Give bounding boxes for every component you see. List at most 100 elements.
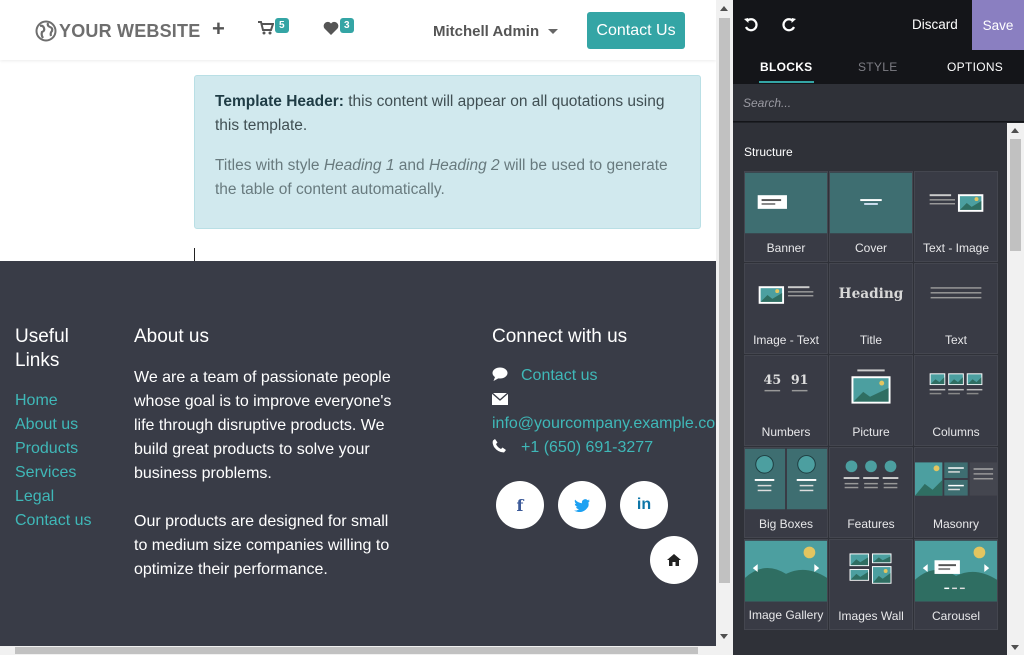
footer-link-contact[interactable]: Contact us	[15, 509, 95, 533]
blocks-scrollbar[interactable]	[1007, 123, 1024, 655]
scrollbar-thumb[interactable]	[719, 18, 730, 583]
scroll-up-arrow-icon[interactable]	[1011, 128, 1019, 133]
block-cover[interactable]: Cover	[829, 171, 913, 262]
phone-row: +1 (650) 691-3277	[492, 436, 716, 460]
globe-icon	[35, 20, 57, 42]
tab-style[interactable]: STYLE	[858, 60, 898, 74]
block-features[interactable]: Features	[829, 447, 913, 538]
facebook-button[interactable]: f	[496, 481, 544, 529]
undo-button[interactable]	[743, 17, 759, 33]
block-carousel[interactable]: Carousel	[914, 539, 998, 630]
cart-link[interactable]: 5	[258, 18, 289, 40]
scroll-down-arrow-icon[interactable]	[720, 634, 728, 639]
block-text[interactable]: Text	[914, 263, 998, 354]
about-us-title: About us	[134, 326, 209, 347]
footer-link-about[interactable]: About us	[15, 413, 95, 437]
redo-button[interactable]	[781, 17, 797, 33]
useful-links-title: Useful Links	[15, 326, 69, 371]
block-images-wall[interactable]: Images Wall	[829, 539, 913, 630]
page: YOUR WEBSITE + 5 3 Mitchell Admin Contac…	[0, 0, 1024, 655]
block-label: Columns	[932, 425, 980, 439]
home-icon	[667, 554, 681, 566]
block-title[interactable]: Heading Title	[829, 263, 913, 354]
envelope-icon	[491, 388, 512, 412]
block-label: Features	[847, 517, 895, 531]
scrollbar-thumb[interactable]	[1010, 139, 1021, 251]
block-label: Banner	[766, 241, 806, 255]
block-label: Image - Text	[753, 333, 819, 347]
block-big-boxes[interactable]: Big Boxes	[744, 447, 828, 538]
big-boxes-thumbnail	[745, 448, 827, 510]
contact-link[interactable]: Contact us	[521, 364, 597, 388]
home-button[interactable]	[650, 536, 698, 584]
add-content-button[interactable]: +	[212, 18, 225, 40]
template-header-alert[interactable]: Template Header: this content will appea…	[194, 75, 701, 229]
block-label: Big Boxes	[758, 517, 814, 531]
block-label: Picture	[852, 425, 890, 439]
block-label: Images Wall	[838, 609, 904, 623]
user-menu-dropdown[interactable]: Mitchell Admin	[433, 23, 559, 40]
block-numbers[interactable]: 45 91 Numbers	[744, 355, 828, 446]
title-thumbnail: Heading	[839, 286, 904, 302]
alert-paragraph-2: Titles with style Heading 1 and Heading …	[215, 154, 680, 202]
block-text-image[interactable]: Text - Image	[914, 171, 998, 262]
useful-links-list: Home About us Products Services Legal Co…	[15, 389, 95, 533]
footer-link-legal[interactable]: Legal	[15, 485, 95, 509]
block-image-gallery[interactable]: Image Gallery	[744, 539, 828, 630]
email-row	[491, 388, 716, 412]
cart-count-badge: 5	[275, 18, 289, 33]
block-image-text[interactable]: Image - Text	[744, 263, 828, 354]
tab-options[interactable]: OPTIONS	[947, 60, 1003, 74]
twitter-icon	[574, 498, 590, 512]
vertical-scrollbar[interactable]	[716, 0, 733, 655]
numbers-thumbnail-value-2: 91	[791, 372, 809, 387]
linkedin-button[interactable]: in	[620, 481, 668, 529]
block-label: Numbers	[761, 425, 811, 439]
block-search-input[interactable]	[743, 94, 1003, 112]
blocks-grid: Banner Cover Text - Image Image - Text H…	[744, 171, 998, 630]
block-columns[interactable]: Columns	[914, 355, 998, 446]
block-label: Text	[944, 333, 967, 347]
scroll-up-arrow-icon[interactable]	[720, 6, 728, 11]
alert-paragraph-1: Template Header: this content will appea…	[215, 90, 680, 138]
footer-link-products[interactable]: Products	[15, 437, 95, 461]
contact-row: Contact us	[492, 364, 716, 388]
block-picture[interactable]: Picture	[829, 355, 913, 446]
logo-text: YOUR WEBSITE	[59, 20, 201, 41]
caret-down-icon	[548, 29, 559, 34]
useful-links-column: Useful Links Home About us Products Serv…	[15, 325, 95, 533]
footer-link-home[interactable]: Home	[15, 389, 95, 413]
block-banner[interactable]: Banner	[744, 171, 828, 262]
user-name: Mitchell Admin	[433, 23, 540, 40]
text-thumbnail	[930, 287, 982, 299]
scroll-down-arrow-icon[interactable]	[1011, 645, 1019, 650]
block-label: Masonry	[932, 517, 979, 531]
email-link[interactable]: info@yourcompany.example.com	[492, 412, 716, 436]
structure-section-title: Structure	[744, 145, 793, 159]
editor-panel: Discard Save BLOCKS STYLE OPTIONS Struct…	[733, 0, 1024, 655]
footer-link-services[interactable]: Services	[15, 461, 95, 485]
discard-button[interactable]: Discard	[912, 17, 958, 32]
block-label: Image Gallery	[748, 608, 824, 622]
save-button[interactable]: Save	[972, 0, 1024, 50]
columns-thumbnail	[929, 373, 983, 395]
social-links: f in	[496, 481, 668, 529]
about-us-text-1: We are a team of passionate people whose…	[134, 369, 392, 482]
text-image-thumbnail	[929, 194, 984, 212]
phone-link[interactable]: +1 (650) 691-3277	[521, 436, 653, 460]
alert-text: Titles with style	[215, 157, 324, 174]
image-text-thumbnail	[758, 286, 814, 304]
alert-text: and	[394, 157, 429, 174]
tab-blocks[interactable]: BLOCKS	[758, 60, 815, 83]
website-logo[interactable]: YOUR WEBSITE	[35, 20, 200, 42]
numbers-thumbnail-value-1: 45	[764, 372, 782, 387]
phone-icon	[492, 436, 512, 460]
wishlist-link[interactable]: 3	[323, 18, 354, 40]
twitter-button[interactable]	[558, 481, 606, 529]
email-link-row: info@yourcompany.example.com	[492, 412, 716, 436]
block-masonry[interactable]: Masonry	[914, 447, 998, 538]
horizontal-scrollbar[interactable]	[0, 646, 716, 655]
contact-us-button[interactable]: Contact Us	[587, 12, 685, 49]
title-thumbnail-heading: Heading	[839, 286, 904, 302]
scrollbar-thumb[interactable]	[15, 647, 698, 654]
